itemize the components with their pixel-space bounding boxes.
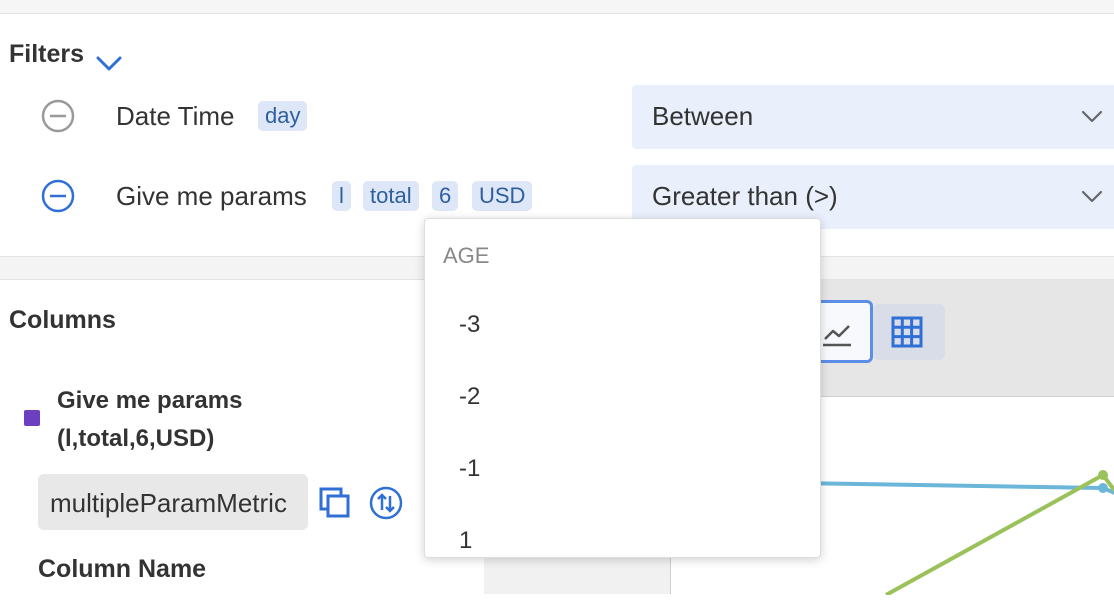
filter-tag: 6 xyxy=(432,181,459,211)
column-name-label: Column Name xyxy=(38,555,207,583)
columns-title: Columns xyxy=(9,306,116,334)
top-panel-strip xyxy=(0,0,1114,14)
dropdown-option[interactable]: -1 xyxy=(459,455,480,483)
chevron-down-icon xyxy=(1080,186,1104,206)
minus-circle-icon xyxy=(41,99,75,133)
sort-button[interactable] xyxy=(369,486,403,520)
filters-title: Filters xyxy=(9,40,85,68)
filter-tag: total xyxy=(363,181,419,211)
chart-series-green xyxy=(885,472,1114,597)
filter-tag: l xyxy=(332,181,351,211)
filter-tag: USD xyxy=(472,181,533,211)
chart-point-blue xyxy=(1098,483,1108,493)
filter-label-params: Give me params xyxy=(116,181,307,211)
remove-filter-params-button[interactable] xyxy=(41,179,75,213)
minus-circle-icon xyxy=(41,179,75,213)
copy-icon xyxy=(319,487,350,518)
filter-label-date-time: Date Time xyxy=(116,101,235,131)
select-value: Greater than (>) xyxy=(652,181,838,211)
table-view-button[interactable] xyxy=(873,304,945,360)
chevron-down-icon xyxy=(1080,106,1104,126)
filter-operator-select-date-time[interactable]: Between xyxy=(632,85,1114,149)
metric-name-line: Give me params xyxy=(57,387,243,414)
param-dropdown-menu[interactable]: AGE -3 -2 -1 1 xyxy=(424,218,821,558)
dropdown-option[interactable]: 1 xyxy=(459,527,472,555)
metric-field-input[interactable]: multipleParamMetric xyxy=(38,474,308,530)
select-value: Between xyxy=(652,101,754,131)
dropdown-option[interactable]: -3 xyxy=(459,311,480,339)
filters-collapse-chevron-icon[interactable] xyxy=(95,52,123,74)
dropdown-header: AGE xyxy=(443,243,490,268)
metric-color-swatch xyxy=(24,410,40,426)
metric-name-params: (l,total,6,USD) xyxy=(57,425,215,452)
metric-name: Give me params (l,total,6,USD) xyxy=(57,382,357,458)
metric-field-value: multipleParamMetric xyxy=(50,488,287,518)
sort-arrows-icon xyxy=(369,486,403,520)
filter-tag: day xyxy=(258,101,308,131)
table-grid-icon xyxy=(891,316,923,348)
chart-point-green xyxy=(1098,470,1108,480)
remove-filter-date-time-button[interactable] xyxy=(41,99,75,133)
copy-button[interactable] xyxy=(318,486,352,520)
dropdown-option[interactable]: -2 xyxy=(459,383,480,411)
